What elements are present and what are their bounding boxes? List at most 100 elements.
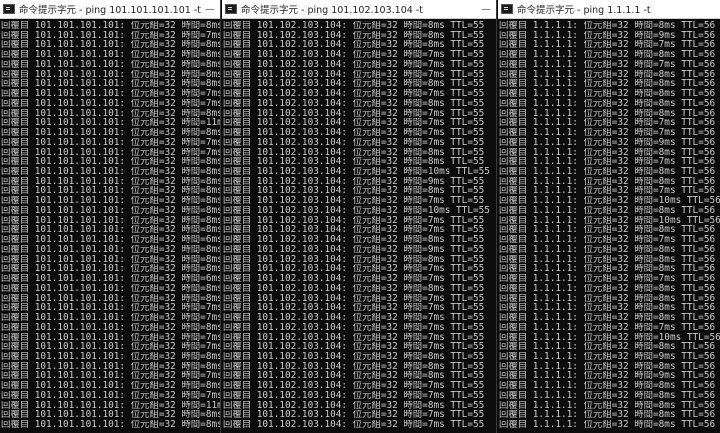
console-line: 回覆自 101.102.103.104: 位元組=32 時間=7ms TTL=5… bbox=[223, 381, 485, 391]
console-line: 回覆自 101.102.103.104: 位元組=32 時間=8ms TTL=5… bbox=[223, 79, 485, 90]
console-line: 回覆自 101.101.101.101: 位元組=32 時間=8ms TTL= bbox=[1, 40, 220, 51]
console-line: 回覆自 101.102.103.104: 位元組=32 時間=8ms TTL=5… bbox=[223, 254, 485, 265]
console-line: 回覆自 1.1.1.1: 位元組=32 時間=8ms TTL=56 bbox=[499, 410, 716, 421]
console-output[interactable]: 回覆自 101.102.103.104: 位元組=32 時間=8ms TTL=5… bbox=[222, 19, 496, 430]
window-title: 命令提示字元 - ping 1.1.1.1 -t bbox=[517, 5, 651, 16]
console-line: 回覆自 1.1.1.1: 位元組=32 時間=9ms TTL=56 bbox=[499, 137, 716, 148]
console-line: 回覆自 101.102.103.104: 位元組=32 時間=7ms TTL=5… bbox=[223, 196, 485, 206]
console-output[interactable]: 回覆自 101.101.101.101: 位元組=32 時間=8ms TTL=回… bbox=[0, 19, 220, 430]
console-line: 回覆自 1.1.1.1: 位元組=32 時間=8ms TTL=56 bbox=[499, 420, 716, 430]
console-line: 回覆自 1.1.1.1: 位元組=32 時間=8ms TTL=56 bbox=[499, 79, 716, 90]
console-line: 回覆自 101.102.103.104: 位元組=32 時間=9ms TTL=5… bbox=[223, 244, 485, 255]
console-line: 回覆自 101.102.103.104: 位元組=32 時間=7ms TTL=5… bbox=[223, 332, 485, 343]
console-line: 回覆自 101.102.103.104: 位元組=32 時間=8ms TTL=5… bbox=[223, 235, 485, 245]
cmd-window-ping-101-102-103-104[interactable]: 命令提示字元 - ping 101.102.103.104 -t — 回覆自 1… bbox=[222, 0, 497, 433]
console-line: 回覆自 1.1.1.1: 位元組=32 時間=8ms TTL=56 bbox=[499, 147, 716, 158]
console-line: 回覆自 101.102.103.104: 位元組=32 時間=7ms TTL=5… bbox=[223, 69, 485, 80]
console-line: 回覆自 101.102.103.104: 位元組=32 時間=9ms TTL=5… bbox=[223, 176, 485, 187]
console-line: 回覆自 101.101.101.101: 位元組=32 時間=7ms TTL= bbox=[1, 371, 220, 382]
console-line: 回覆自 101.101.101.101: 位元組=32 時間=7ms TTL= bbox=[1, 89, 220, 99]
console-line: 回覆自 1.1.1.1: 位元組=32 時間=7ms TTL=56 bbox=[499, 157, 716, 168]
console-line: 回覆自 101.102.103.104: 位元組=32 時間=8ms TTL=5… bbox=[223, 400, 485, 411]
console-line: 回覆自 1.1.1.1: 位元組=32 時間=8ms TTL=56 bbox=[499, 390, 716, 401]
console-line: 回覆自 101.102.103.104: 位元組=32 時間=8ms TTL=5… bbox=[223, 21, 485, 31]
console-line: 回覆自 101.101.101.101: 位元組=32 時間=8ms TTL= bbox=[1, 322, 220, 333]
minimize-button[interactable]: — bbox=[202, 4, 218, 15]
console-line: 回覆自 101.101.101.101: 位元組=32 時間=6ms TTL= bbox=[1, 235, 220, 245]
console-line: 回覆自 101.101.101.101: 位元組=32 時間=7ms TTL= bbox=[1, 303, 220, 314]
cmd-icon bbox=[3, 4, 15, 14]
console-line: 回覆自 101.102.103.104: 位元組=32 時間=7ms TTL=5… bbox=[223, 313, 485, 323]
window-titlebar[interactable]: 命令提示字元 - ping 101.101.101.101 -t — bbox=[0, 0, 220, 19]
console-line: 回覆自 101.102.103.104: 位元組=32 時間=10ms TTL=… bbox=[223, 167, 490, 177]
console-line: 回覆自 101.101.101.101: 位元組=32 時間=11ms TTL bbox=[1, 400, 220, 411]
console-line: 回覆自 1.1.1.1: 位元組=32 時間=8ms TTL=56 bbox=[499, 50, 716, 60]
console-line: 回覆自 101.101.101.101: 位元組=32 時間=7ms TTL= bbox=[1, 332, 220, 343]
console-line: 回覆自 101.102.103.104: 位元組=32 時間=7ms TTL=5… bbox=[223, 59, 485, 70]
console-line: 回覆自 101.101.101.101: 位元組=32 時間=7ms TTL= bbox=[1, 313, 220, 323]
console-line: 回覆自 101.102.103.104: 位元組=32 時間=8ms TTL=5… bbox=[223, 40, 485, 51]
console-line: 回覆自 101.101.101.101: 位元組=32 時間=8ms TTL= bbox=[1, 167, 220, 177]
console-line: 回覆自 101.101.101.101: 位元組=32 時間=8ms TTL= bbox=[1, 283, 220, 294]
cmd-icon bbox=[501, 4, 513, 14]
window-titlebar[interactable]: 命令提示字元 - ping 1.1.1.1 -t bbox=[498, 0, 720, 19]
console-line: 回覆自 101.101.101.101: 位元組=32 時間=8ms TTL= bbox=[1, 254, 220, 265]
console-line: 回覆自 101.102.103.104: 位元組=32 時間=7ms TTL=5… bbox=[223, 410, 485, 421]
console-line: 回覆自 101.102.103.104: 位元組=32 時間=7ms TTL=5… bbox=[223, 390, 485, 401]
minimize-button[interactable]: — bbox=[478, 4, 494, 15]
console-line: 回覆自 101.101.101.101: 位元組=32 時間=8ms TTL= bbox=[1, 225, 220, 236]
console-line: 回覆自 101.102.103.104: 位元組=32 時間=7ms TTL=5… bbox=[223, 137, 485, 148]
console-line: 回覆自 101.102.103.104: 位元組=32 時間=7ms TTL=5… bbox=[223, 225, 485, 236]
cmd-window-ping-1-1-1-1[interactable]: 命令提示字元 - ping 1.1.1.1 -t 回覆自 1.1.1.1: 位元… bbox=[498, 0, 720, 433]
console-line: 回覆自 101.102.103.104: 位元組=32 時間=7ms TTL=5… bbox=[223, 108, 485, 119]
console-line: 回覆自 101.101.101.101: 位元組=32 時間=8ms TTL= bbox=[1, 293, 220, 304]
console-line: 回覆自 1.1.1.1: 位元組=32 時間=8ms TTL=56 bbox=[499, 293, 716, 304]
console-line: 回覆自 1.1.1.1: 位元組=32 時間=7ms TTL=56 bbox=[499, 322, 716, 333]
console-line: 回覆自 101.101.101.101: 位元組=32 時間=8ms TTL= bbox=[1, 196, 220, 206]
console-line: 回覆自 1.1.1.1: 位元組=32 時間=8ms TTL=56 bbox=[499, 98, 716, 109]
console-line: 回覆自 101.101.101.101: 位元組=32 時間=8ms TTL= bbox=[1, 69, 220, 80]
console-line: 回覆自 101.102.103.104: 位元組=32 時間=8ms TTL=5… bbox=[223, 186, 485, 197]
window-title: 命令提示字元 - ping 101.101.101.101 -t bbox=[19, 5, 201, 16]
console-line: 回覆自 1.1.1.1: 位元組=32 時間=8ms TTL=56 bbox=[499, 361, 716, 372]
console-line: 回覆自 101.102.103.104: 位元組=32 時間=7ms TTL=5… bbox=[223, 342, 485, 352]
console-line: 回覆自 101.101.101.101: 位元組=32 時間=7ms TTL= bbox=[1, 98, 220, 109]
console-line: 回覆自 101.101.101.101: 位元組=32 時間=8ms TTL= bbox=[1, 128, 220, 138]
console-line: 回覆自 101.101.101.101: 位元組=32 時間=8ms TTL= bbox=[1, 157, 220, 168]
console-line: 回覆自 101.101.101.101: 位元組=32 時間=8ms TTL= bbox=[1, 264, 220, 275]
desktop: 命令提示字元 - ping 101.101.101.101 -t — 回覆自 1… bbox=[0, 0, 720, 433]
console-line: 回覆自 1.1.1.1: 位元組=32 時間=9ms TTL=56 bbox=[499, 30, 716, 41]
console-line: 回覆自 101.102.103.104: 位元組=32 時間=7ms TTL=5… bbox=[223, 322, 485, 333]
console-line: 回覆自 1.1.1.1: 位元組=32 時間=8ms TTL=56 bbox=[499, 167, 716, 177]
console-line: 回覆自 101.101.101.101: 位元組=32 時間=7ms TTL= bbox=[1, 342, 220, 352]
console-line: 回覆自 101.102.103.104: 位元組=32 時間=7ms TTL=5… bbox=[223, 264, 485, 275]
console-line: 回覆自 1.1.1.1: 位元組=32 時間=8ms TTL=56 bbox=[499, 108, 716, 119]
console-line: 回覆自 101.102.103.104: 位元組=32 時間=7ms TTL=5… bbox=[223, 118, 485, 129]
cmd-window-ping-101-101-101-101[interactable]: 命令提示字元 - ping 101.101.101.101 -t — 回覆自 1… bbox=[0, 0, 221, 433]
console-line: 回覆自 1.1.1.1: 位元組=32 時間=8ms TTL=56 bbox=[499, 205, 716, 216]
console-line: 回覆自 101.102.103.104: 位元組=32 時間=8ms TTL=5… bbox=[223, 147, 485, 158]
console-line: 回覆自 101.102.103.104: 位元組=32 時間=7ms TTL=5… bbox=[223, 420, 485, 430]
console-line: 回覆自 1.1.1.1: 位元組=32 時間=8ms TTL=56 bbox=[499, 21, 716, 31]
console-line: 回覆自 101.101.101.101: 位元組=32 時間=8ms TTL= bbox=[1, 186, 220, 197]
console-line: 回覆自 101.102.103.104: 位元組=32 時間=8ms TTL=5… bbox=[223, 371, 485, 382]
console-line: 回覆自 101.101.101.101: 位元組=32 時間=8ms TTL= bbox=[1, 21, 220, 31]
console-line: 回覆自 101.101.101.101: 位元組=32 時間=8ms TTL= bbox=[1, 361, 220, 372]
console-line: 回覆自 101.101.101.101: 位元組=32 時間=8ms TTL= bbox=[1, 176, 220, 187]
console-line: 回覆自 1.1.1.1: 位元組=32 時間=7ms TTL=56 bbox=[499, 186, 716, 197]
console-line: 回覆自 101.101.101.101: 位元組=32 時間=7ms TTL= bbox=[1, 30, 220, 41]
console-line: 回覆自 101.101.101.101: 位元組=32 時間=7ms TTL= bbox=[1, 390, 220, 401]
console-line: 回覆自 1.1.1.1: 位元組=32 時間=8ms TTL=56 bbox=[499, 225, 716, 236]
console-output[interactable]: 回覆自 1.1.1.1: 位元組=32 時間=8ms TTL=56 回覆自 1.1… bbox=[498, 19, 720, 430]
console-line: 回覆自 1.1.1.1: 位元組=32 時間=8ms TTL=56 bbox=[499, 89, 716, 99]
console-line: 回覆自 101.101.101.101: 位元組=32 時間=11ms TTL bbox=[1, 118, 220, 129]
console-line: 回覆自 101.102.103.104: 位元組=32 時間=7ms TTL=5… bbox=[223, 303, 485, 314]
console-line: 回覆自 1.1.1.1: 位元組=32 時間=7ms TTL=56 bbox=[499, 118, 716, 129]
console-line: 回覆自 1.1.1.1: 位元組=32 時間=9ms TTL=56 bbox=[499, 351, 716, 362]
console-line: 回覆自 1.1.1.1: 位元組=32 時間=8ms TTL=56 bbox=[499, 400, 716, 411]
console-line: 回覆自 101.102.103.104: 位元組=32 時間=7ms TTL=5… bbox=[223, 50, 485, 60]
console-line: 回覆自 101.102.103.104: 位元組=32 時間=8ms TTL=5… bbox=[223, 98, 485, 109]
console-line: 回覆自 101.102.103.104: 位元組=32 時間=8ms TTL=5… bbox=[223, 30, 485, 41]
window-titlebar[interactable]: 命令提示字元 - ping 101.102.103.104 -t — bbox=[222, 0, 496, 19]
console-line: 回覆自 1.1.1.1: 位元組=32 時間=8ms TTL=56 bbox=[499, 264, 716, 275]
